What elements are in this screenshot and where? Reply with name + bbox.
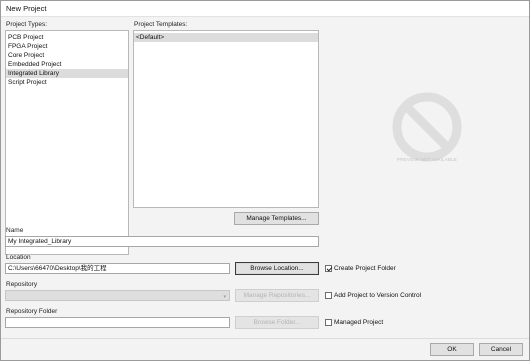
project-type-item[interactable]: Core Project bbox=[6, 51, 128, 60]
ok-button[interactable]: OK bbox=[430, 343, 474, 356]
browse-folder-button: Browse Folder... bbox=[235, 316, 319, 329]
repository-folder-label: Repository Folder bbox=[6, 308, 58, 315]
chevron-down-icon: ▾ bbox=[223, 294, 226, 300]
location-input[interactable]: C:\Users\66470\Desktop\我的工程 bbox=[5, 263, 230, 274]
create-folder-check-icon[interactable] bbox=[325, 265, 332, 272]
project-type-item[interactable]: Embedded Project bbox=[6, 60, 128, 69]
create-project-folder-label: Create Project Folder bbox=[334, 265, 396, 272]
version-control-check-icon[interactable] bbox=[325, 292, 332, 299]
dialog-footer: OK Cancel bbox=[1, 338, 529, 360]
project-type-item[interactable]: Script Project bbox=[6, 78, 128, 87]
project-templates-list[interactable]: <Default> bbox=[133, 30, 319, 208]
project-types-list[interactable]: PCB Project FPGA Project Core Project Embed… bbox=[5, 30, 129, 255]
new-project-dialog: New Project Project Types: PCB Project FP… bbox=[0, 0, 530, 361]
managed-project-label: Managed Project bbox=[334, 319, 384, 326]
name-label: Name bbox=[6, 227, 24, 234]
cancel-button[interactable]: Cancel bbox=[479, 343, 523, 356]
create-project-folder-checkbox[interactable]: Create Project Folder bbox=[325, 265, 396, 272]
preview-not-available-icon bbox=[392, 92, 462, 162]
name-input[interactable]: My Integrated_Library bbox=[5, 236, 319, 247]
repository-label: Repository bbox=[6, 281, 38, 288]
title-bar: New Project bbox=[1, 1, 529, 17]
manage-templates-button[interactable]: Manage Templates... bbox=[234, 212, 319, 225]
add-to-version-control-checkbox[interactable]: Add Project to Version Control bbox=[325, 292, 421, 299]
preview-caption: PREVIEW NOT AVAILABLE bbox=[396, 157, 458, 162]
manage-repositories-button: Manage Repositories... bbox=[235, 289, 319, 302]
project-type-item[interactable]: FPGA Project bbox=[6, 42, 128, 51]
project-type-item[interactable]: PCB Project bbox=[6, 33, 128, 42]
managed-project-checkbox[interactable]: Managed Project bbox=[325, 319, 383, 326]
project-templates-label: Project Templates: bbox=[134, 21, 188, 28]
project-types-label: Project Types: bbox=[6, 21, 48, 28]
add-to-version-control-label: Add Project to Version Control bbox=[334, 292, 422, 299]
browse-location-button[interactable]: Browse Location... bbox=[235, 262, 319, 275]
managed-project-check-icon[interactable] bbox=[325, 319, 332, 326]
location-label: Location bbox=[6, 254, 31, 261]
repository-folder-input[interactable] bbox=[5, 317, 230, 328]
project-type-item[interactable]: Integrated Library bbox=[6, 69, 128, 78]
template-item-default[interactable]: <Default> bbox=[134, 33, 318, 42]
repository-dropdown: ▾ bbox=[5, 290, 230, 301]
window-title: New Project bbox=[6, 4, 47, 13]
